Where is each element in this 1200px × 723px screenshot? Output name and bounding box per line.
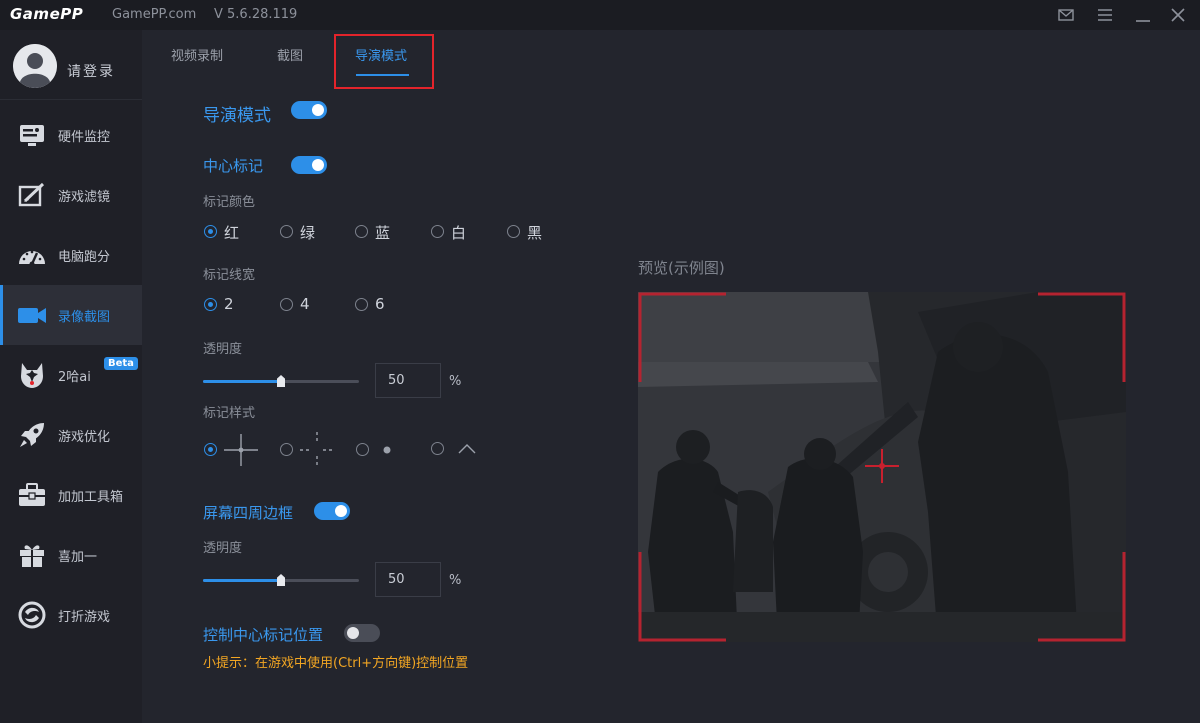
gift-icon (17, 540, 47, 570)
position-control-title: 控制中心标记位置 (203, 626, 324, 644)
tab-screenshot[interactable]: 截图 (277, 45, 303, 64)
position-control-tip: 小提示：在游戏中使用(Ctrl+方向键)控制位置 (203, 656, 469, 671)
director-mode-toggle[interactable] (291, 101, 327, 119)
mark-opacity-label: 透明度 (203, 342, 243, 357)
sidebar-item-label: 喜加一 (58, 550, 98, 565)
sidebar-item-husky-ai[interactable]: 2哈ai Beta (0, 345, 142, 405)
chevron-icon (451, 429, 483, 469)
sidebar: 请登录 硬件监控 游戏滤镜 电脑跑分 录像截图 2哈ai Beta 游戏优化 加… (0, 30, 142, 723)
mark-style-label: 标记样式 (203, 406, 256, 421)
sidebar-item-label: 游戏滤镜 (58, 190, 111, 205)
version-label: V 5.6.28.119 (214, 7, 298, 22)
benchmark-icon (17, 240, 47, 270)
preview-label: 预览(示例图) (638, 259, 725, 277)
dot-icon (376, 430, 396, 470)
center-mark-title: 中心标记 (203, 157, 264, 175)
mark-width-label: 标记线宽 (203, 268, 256, 283)
border-opacity-slider[interactable] (203, 574, 359, 588)
sidebar-item-label: 硬件监控 (58, 130, 111, 145)
style-radio-chevron[interactable] (431, 439, 483, 459)
border-opacity-input[interactable]: 50 (375, 562, 441, 597)
border-opacity-unit: % (449, 573, 462, 588)
mark-style-options (204, 429, 504, 469)
sidebar-item-game-optimize[interactable]: 游戏优化 (0, 405, 142, 465)
game-filter-icon (17, 180, 47, 210)
style-radio-dot[interactable] (356, 440, 402, 460)
director-mode-title: 导演模式 (203, 106, 271, 126)
sidebar-item-game-filter[interactable]: 游戏滤镜 (0, 165, 142, 225)
title-bar: GamePP GamePP.com V 5.6.28.119 (0, 0, 1200, 30)
app-logo: GamePP (10, 5, 84, 23)
sidebar-item-label: 录像截图 (58, 310, 111, 325)
sidebar-item-benchmark[interactable]: 电脑跑分 (0, 225, 142, 285)
user-area[interactable]: 请登录 (0, 30, 142, 100)
sidebar-item-label: 电脑跑分 (58, 250, 111, 265)
tab-video-recording[interactable]: 视频录制 (171, 45, 223, 64)
beta-badge: Beta (104, 357, 138, 370)
site-label: GamePP.com (112, 7, 197, 22)
sidebar-item-hardware-monitor[interactable]: 硬件监控 (0, 105, 142, 165)
sidebar-item-recording[interactable]: 录像截图 (0, 285, 142, 345)
sidebar-item-toolbox[interactable]: 加加工具箱 (0, 465, 142, 525)
style-radio-crosshair-solid[interactable] (204, 434, 266, 466)
sidebar-item-discount-games[interactable]: 打折游戏 (0, 585, 142, 645)
sidebar-item-label: 2哈ai (58, 370, 91, 385)
highlight-box (334, 34, 434, 89)
director-settings-panel: 导演模式 中心标记 标记颜色 红 绿 蓝 白 黑 标记线宽 2 4 6 透明度 … (142, 85, 1200, 723)
crosshair-solid-icon (224, 430, 258, 470)
preview-scene (638, 292, 1126, 642)
sidebar-item-gift[interactable]: 喜加一 (0, 525, 142, 585)
crosshair-dashed-icon (300, 430, 334, 470)
tab-bar: 视频录制 截图 导演模式 (142, 30, 1200, 89)
avatar[interactable] (13, 44, 57, 88)
mail-icon[interactable] (1055, 4, 1077, 26)
toolbox-icon (17, 480, 47, 510)
border-opacity-label: 透明度 (203, 541, 243, 556)
camera-icon (17, 300, 47, 330)
sidebar-item-label: 加加工具箱 (58, 490, 124, 505)
login-link[interactable]: 请登录 (67, 61, 115, 81)
preview-image (638, 292, 1126, 642)
menu-icon[interactable] (1094, 4, 1116, 26)
husky-icon (17, 360, 47, 390)
position-control-toggle[interactable] (344, 624, 380, 642)
hardware-monitor-icon (17, 120, 47, 150)
mark-opacity-input[interactable]: 50 (375, 363, 441, 398)
style-radio-crosshair-dashed[interactable] (280, 432, 342, 468)
mark-opacity-slider[interactable] (203, 375, 359, 389)
sidebar-item-label: 打折游戏 (58, 610, 111, 625)
screen-border-toggle[interactable] (314, 502, 350, 520)
mark-opacity-unit: % (449, 374, 462, 389)
center-mark-toggle[interactable] (291, 156, 327, 174)
mark-color-label: 标记颜色 (203, 195, 256, 210)
sidebar-item-label: 游戏优化 (58, 430, 111, 445)
screen-border-title: 屏幕四周边框 (203, 504, 294, 522)
close-icon[interactable] (1167, 4, 1189, 26)
minimize-icon[interactable] (1132, 4, 1154, 26)
discount-icon (17, 600, 47, 630)
rocket-icon (17, 420, 47, 450)
